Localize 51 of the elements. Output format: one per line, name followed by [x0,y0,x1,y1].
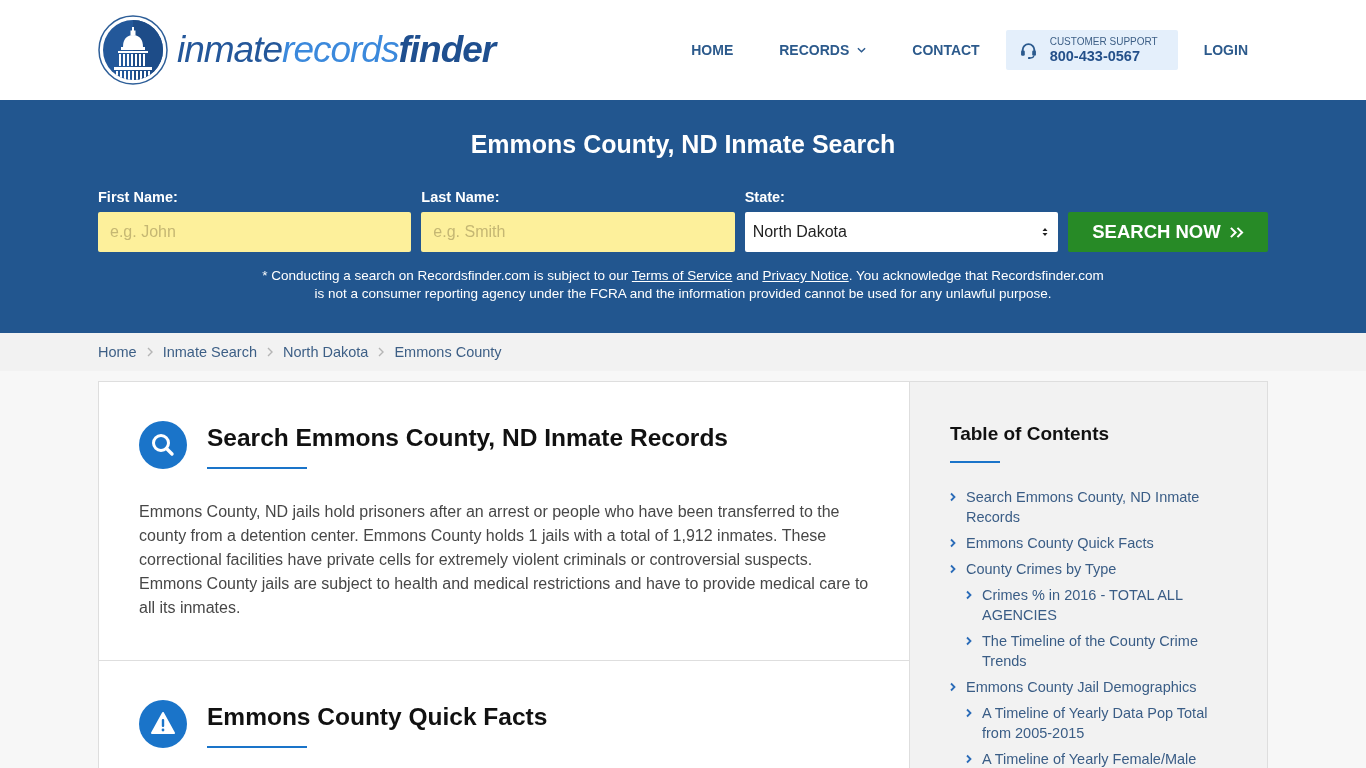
chevron-right-icon [378,347,385,357]
toc-link[interactable]: County Crimes by Type [966,559,1117,579]
nav-link[interactable]: LOGIN [1180,42,1268,58]
logo-wordmark[interactable]: inmaterecordsfinder [177,28,496,72]
customer-support-button[interactable]: CUSTOMER SUPPORT 800-433-0567 [1005,30,1178,70]
warning-icon [139,700,187,748]
chevron-right-icon [966,636,972,646]
section-heading: Search Emmons County, ND Inmate Records [207,423,728,453]
chevron-right-icon [966,590,972,600]
toc-link[interactable]: A Timeline of Yearly Female/Male [982,749,1197,768]
toc-link[interactable]: Emmons County Quick Facts [966,533,1154,553]
toc-link[interactable]: The Timeline of the County Crime Trends [982,631,1237,671]
field-label: Last Name: [421,188,500,206]
toc-link[interactable]: A Timeline of Yearly Data Pop Total from 2005-2015 [982,703,1237,743]
double-chevron-icon [1228,225,1244,239]
breadcrumb-link[interactable]: Home [98,344,137,360]
nav-dropdown[interactable]: RECORDS [756,42,890,58]
section-paragraph: Emmons County, ND jails hold prisoners after an arrest or people who have been transferred to the county from a detention center. Emmons County holds 1 jails with a total of 1,912 inmates. These correctional facilities have private cells for extremely violent criminals or controversial suspects. Emmons County jails are subject to health and medical restrictions and have to provide medical care to all its inmates. [139,502,869,618]
nav-link[interactable]: CONTACT [889,42,1003,58]
disclaimer-text: * Conducting a search on Recordsfinder.com is subject to our Terms of Service and Privacy Notice. You acknowledge that Recordsfinder.com is not a consumer reporting agency under the FCRA and the information provided cannot be used for any unlawful purpose. [261,267,1105,303]
chevron-right-icon [950,538,956,548]
capitol-emblem-icon [98,15,168,85]
toc-heading: Table of Contents [950,422,1111,446]
search-icon [139,421,187,469]
toc-link[interactable]: Emmons County Jail Demographics [966,677,1197,697]
nav-link[interactable]: HOME [668,42,757,58]
search-now-button[interactable]: SEARCH NOW [1068,212,1268,252]
section-heading: Emmons County Quick Facts [207,702,548,732]
policy-link[interactable]: Privacy Notice [762,268,849,283]
chevron-right-icon [950,564,956,574]
caret-icon [857,47,867,53]
name-input[interactable]: e.g. Smith [421,212,735,252]
name-input[interactable]: e.g. John [98,212,412,252]
toc-link[interactable]: Crimes % in 2016 - TOTAL ALL AGENCIES [982,585,1237,625]
chevron-right-icon [966,708,972,718]
field-label: State: [744,188,785,206]
chevron-right-icon [267,347,273,357]
chevron-right-icon [950,492,956,502]
breadcrumb-link[interactable]: Inmate Search [162,344,257,360]
state-select[interactable]: North Dakota [744,212,1058,252]
field-label: First Name: [98,188,178,206]
headset-icon [1019,41,1037,59]
select-arrows-icon [1042,227,1048,237]
chevron-right-icon [950,682,956,692]
breadcrumb-link[interactable]: North Dakota [283,344,369,360]
breadcrumb-link[interactable]: Emmons County [394,344,502,360]
policy-link[interactable]: Terms of Service [631,268,733,283]
toc-link[interactable]: Search Emmons County, ND Inmate Records [966,487,1237,527]
chevron-right-icon [146,347,153,357]
search-title: Emmons County, ND Inmate Search [469,129,897,160]
chevron-right-icon [966,754,972,764]
